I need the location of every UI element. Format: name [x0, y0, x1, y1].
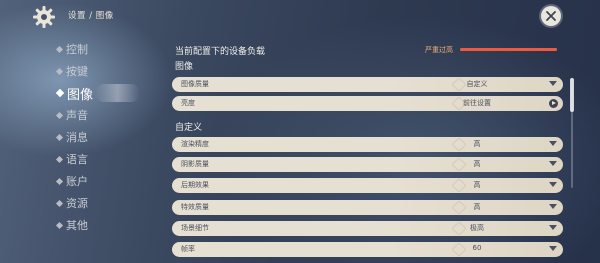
diamond-icon — [55, 45, 64, 53]
sidebar-item-label: 资源 — [66, 197, 88, 210]
sidebar-item-resources[interactable]: 资源 — [55, 194, 88, 212]
sidebar-item-label: 声音 — [66, 109, 88, 122]
sidebar-item-messages[interactable]: 消息 — [55, 128, 88, 146]
active-indicator — [95, 84, 140, 102]
sidebar-item-account[interactable]: 账户 — [55, 172, 88, 190]
section-title-graphics: 图像 — [175, 62, 194, 72]
diamond-icon — [55, 155, 64, 163]
setting-label: 特效质量 — [181, 203, 209, 211]
device-load-bar — [460, 48, 557, 51]
dropdown-arrow-icon[interactable] — [549, 182, 557, 187]
diamond-icon — [55, 111, 64, 119]
diamond-icon — [55, 221, 64, 229]
setting-value: 极高 — [470, 224, 484, 232]
setting-row-shadow-quality[interactable]: 阴影质量 高 — [172, 157, 563, 172]
setting-row-post-processing[interactable]: 后期效果 高 — [172, 178, 563, 193]
close-icon — [546, 11, 556, 21]
setting-row-frame-rate[interactable]: 帧率 60 — [172, 242, 563, 257]
setting-value: 60 — [472, 244, 482, 252]
scrollbar-thumb[interactable] — [570, 78, 574, 112]
setting-label: 渲染精度 — [181, 140, 209, 148]
setting-label: 后期效果 — [181, 181, 209, 189]
setting-label: 场景细节 — [181, 224, 209, 232]
setting-value: 自定义 — [466, 80, 488, 88]
diamond-icon — [55, 88, 65, 98]
sidebar-item-controls[interactable]: 控制 — [55, 40, 88, 58]
setting-value: 前往设置 — [463, 99, 491, 107]
dropdown-arrow-icon[interactable] — [549, 246, 557, 251]
close-button[interactable] — [541, 6, 561, 26]
sidebar-item-label: 语言 — [66, 153, 88, 166]
device-load-fill — [460, 48, 557, 51]
setting-label: 阴影质量 — [181, 160, 209, 168]
setting-value: 高 — [473, 140, 481, 148]
dropdown-arrow-icon[interactable] — [549, 161, 557, 166]
sidebar-item-label: 账户 — [66, 175, 88, 188]
diamond-icon — [55, 67, 64, 75]
sidebar-item-label: 控制 — [66, 43, 88, 56]
diamond-icon — [55, 199, 64, 207]
setting-value: 高 — [473, 203, 481, 211]
setting-label: 图像质量 — [181, 80, 209, 88]
setting-row-graphics-quality[interactable]: 图像质量 自定义 — [172, 77, 563, 92]
sidebar-item-label: 消息 — [66, 131, 88, 144]
dropdown-arrow-icon[interactable] — [549, 204, 557, 209]
section-title-custom: 自定义 — [175, 123, 203, 133]
setting-value: 高 — [473, 181, 481, 189]
setting-row-render-resolution[interactable]: 渲染精度 高 — [172, 137, 563, 152]
setting-label: 帧率 — [181, 245, 195, 253]
sidebar-item-other[interactable]: 其他 — [55, 216, 88, 234]
setting-value: 高 — [473, 160, 481, 168]
setting-row-brightness[interactable]: 亮度 前往设置 — [172, 96, 563, 111]
sidebar-item-label: 按键 — [66, 65, 88, 78]
sidebar-item-label: 图像 — [67, 87, 94, 103]
device-load-status: 严重过高 — [425, 46, 453, 54]
diamond-icon — [55, 133, 64, 141]
breadcrumb: 设置 / 图像 — [68, 11, 114, 21]
sidebar-item-label: 其他 — [66, 219, 88, 232]
settings-screen: 设置 / 图像 控制 按键 图像 声音 消息 语言 账户 资源 其他 当前配置下… — [0, 0, 600, 263]
setting-label: 亮度 — [181, 99, 195, 107]
device-load-title: 当前配置下的设备负载 — [175, 47, 266, 57]
sidebar-item-sound[interactable]: 声音 — [55, 106, 88, 124]
gear-icon — [33, 6, 55, 28]
dropdown-arrow-icon[interactable] — [549, 225, 557, 230]
sidebar-item-graphics[interactable]: 图像 — [55, 84, 94, 103]
sidebar-item-keybinds[interactable]: 按键 — [55, 62, 88, 80]
setting-row-effects-quality[interactable]: 特效质量 高 — [172, 200, 563, 215]
go-to-icon[interactable] — [549, 99, 558, 108]
dropdown-arrow-icon[interactable] — [549, 81, 557, 86]
sidebar-item-language[interactable]: 语言 — [55, 150, 88, 168]
dropdown-arrow-icon[interactable] — [549, 141, 557, 146]
diamond-icon — [55, 177, 64, 185]
setting-row-scene-detail[interactable]: 场景细节 极高 — [172, 221, 563, 236]
